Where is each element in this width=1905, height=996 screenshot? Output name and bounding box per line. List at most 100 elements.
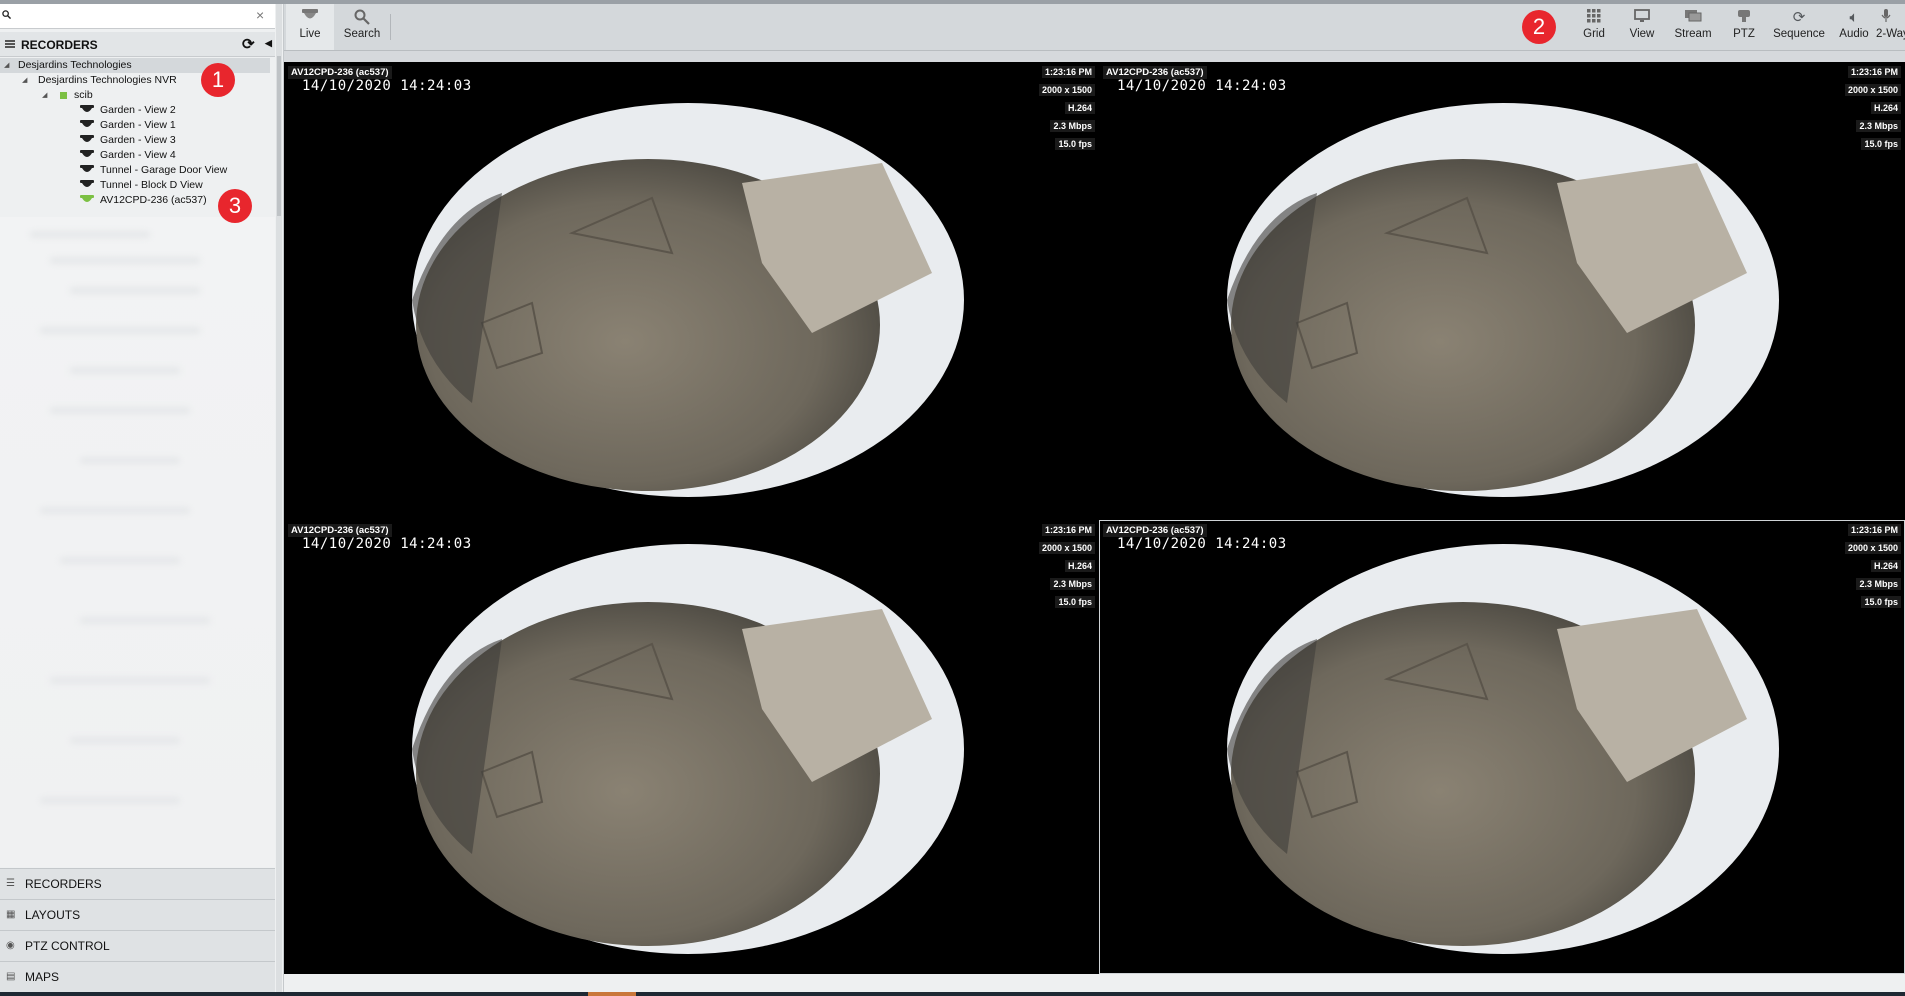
section-maps[interactable]: ▤ MAPS <box>0 961 275 992</box>
two-way-label: 2-Way <box>1876 28 1905 40</box>
menu-icon: ☰ <box>6 878 15 889</box>
camera-label: Garden - View 1 <box>100 119 176 131</box>
taskbar <box>0 992 1905 996</box>
video-tile[interactable]: AV12CPD-236 (ac537) 14/10/2020 14:24:03 … <box>284 62 1099 520</box>
resolution-overlay: 2000 x 1500 <box>1038 84 1095 96</box>
camera-label: Tunnel - Block D View <box>100 179 203 191</box>
grid-label: Grid <box>1583 28 1605 40</box>
fps-overlay: 15.0 fps <box>1861 596 1901 608</box>
dome-camera-icon <box>80 195 94 203</box>
bitrate-overlay: 2.3 Mbps <box>1856 120 1901 132</box>
recorders-title: RECORDERS <box>21 38 98 52</box>
codec-overlay: H.264 <box>1870 560 1901 572</box>
grid-button[interactable]: Grid <box>1571 4 1617 50</box>
section-label: PTZ CONTROL <box>25 939 110 953</box>
dome-camera-icon <box>80 165 94 173</box>
dome-camera-icon <box>80 135 94 143</box>
video-tile[interactable]: AV12CPD-236 (ac537) 14/10/2020 14:24:03 … <box>284 520 1099 974</box>
video-tile-selected[interactable]: AV12CPD-236 (ac537) 14/10/2020 14:24:03 … <box>1099 520 1905 974</box>
tree-item-camera[interactable]: Tunnel - Garage Door View <box>0 163 270 178</box>
grid-icon: ▦ <box>6 909 16 920</box>
toolbar-separator <box>390 14 391 40</box>
camera-label: AV12CPD-236 (ac537) <box>100 194 207 206</box>
expand-arrow-icon[interactable]: ◢ <box>42 88 47 103</box>
section-label: MAPS <box>25 970 60 984</box>
resolution-overlay: 2000 x 1500 <box>1038 542 1095 554</box>
codec-overlay: H.264 <box>1064 102 1095 114</box>
ptz-icon <box>1721 9 1767 27</box>
time-overlay: 1:23:16 PM <box>1847 524 1901 536</box>
camera-label: Garden - View 3 <box>100 134 176 146</box>
fps-overlay: 15.0 fps <box>1055 138 1095 150</box>
menu-icon <box>5 38 15 52</box>
camera-label: Garden - View 4 <box>100 149 176 161</box>
left-panel-scrollbar[interactable] <box>276 4 282 992</box>
live-icon <box>286 9 334 27</box>
recorders-panel-header: RECORDERS ⟳ ◀ <box>0 32 275 57</box>
section-label: LAYOUTS <box>25 908 81 922</box>
fps-overlay: 15.0 fps <box>1861 138 1901 150</box>
tree-item-camera[interactable]: Garden - View 1 <box>0 118 270 133</box>
microphone-icon <box>1876 9 1896 27</box>
search-label: Search <box>343 28 381 40</box>
video-grid: AV12CPD-236 (ac537) 14/10/2020 14:24:03 … <box>284 62 1905 974</box>
live-label: Live <box>299 28 321 40</box>
speaker-icon: 🔈︎ <box>1849 9 1859 26</box>
search-input[interactable] <box>14 6 254 26</box>
fisheye-video-frame <box>1227 103 1779 497</box>
stream-button[interactable]: Stream <box>1667 4 1719 50</box>
bitrate-overlay: 2.3 Mbps <box>1050 120 1095 132</box>
timestamp-overlay: 14/10/2020 14:24:03 <box>302 78 472 94</box>
two-way-button[interactable]: 2-Way <box>1876 4 1905 50</box>
view-label: View <box>1629 28 1655 40</box>
dome-camera-icon <box>80 105 94 113</box>
tree-item-camera[interactable]: Garden - View 3 <box>0 133 270 148</box>
map-icon: ▤ <box>6 971 16 982</box>
sequence-button[interactable]: ⟳ Sequence <box>1769 4 1829 50</box>
dome-camera-icon <box>80 150 94 158</box>
tree-item-label: Desjardins Technologies <box>18 59 132 71</box>
section-ptz-control[interactable]: ◉ PTZ CONTROL <box>0 930 275 961</box>
search-button[interactable]: Search <box>336 4 388 50</box>
dome-camera-icon <box>80 180 94 188</box>
view-button[interactable]: View <box>1619 4 1665 50</box>
monitor-icon <box>1619 9 1665 27</box>
sequence-icon: ⟳ <box>1792 9 1806 26</box>
live-button[interactable]: Live <box>286 4 334 50</box>
clear-search-button[interactable]: × <box>256 7 264 23</box>
audio-button[interactable]: 🔈︎ Audio <box>1831 4 1877 50</box>
time-overlay: 1:23:16 PM <box>1847 66 1901 78</box>
grid-icon <box>1571 9 1617 27</box>
search-icon <box>2 10 11 19</box>
expand-arrow-icon[interactable]: ◢ <box>22 73 27 88</box>
camera-label: Tunnel - Garage Door View <box>100 164 228 176</box>
annotation-badge-3: 3 <box>218 189 252 223</box>
refresh-icon[interactable]: ⟳ <box>242 35 255 53</box>
expand-arrow-icon[interactable]: ◢ <box>4 58 9 73</box>
timestamp-overlay: 14/10/2020 14:24:03 <box>1117 536 1287 552</box>
fps-overlay: 15.0 fps <box>1055 596 1095 608</box>
video-tile[interactable]: AV12CPD-236 (ac537) 14/10/2020 14:24:03 … <box>1099 62 1905 520</box>
resolution-overlay: 2000 x 1500 <box>1844 84 1901 96</box>
fisheye-video-frame <box>412 103 964 497</box>
collapse-panel-icon[interactable]: ◀ <box>265 38 272 49</box>
section-recorders[interactable]: ☰ RECORDERS <box>0 868 275 899</box>
tree-item-camera[interactable]: Garden - View 2 <box>0 103 270 118</box>
main-toolbar: Live Search Grid View Stream PTZ ⟳ Seque… <box>284 4 1905 51</box>
dome-camera-icon <box>80 120 94 128</box>
stream-label: Stream <box>1674 28 1712 40</box>
ptz-button[interactable]: PTZ <box>1721 4 1767 50</box>
audio-label: Audio <box>1839 28 1869 40</box>
camera-label: Garden - View 2 <box>100 104 176 116</box>
bitrate-overlay: 2.3 Mbps <box>1050 578 1095 590</box>
time-overlay: 1:23:16 PM <box>1041 66 1095 78</box>
fisheye-video-frame <box>1227 544 1779 954</box>
annotation-badge-1: 1 <box>201 63 235 97</box>
search-box[interactable]: × <box>0 4 275 29</box>
tree-item-camera[interactable]: Garden - View 4 <box>0 148 270 163</box>
section-label: RECORDERS <box>25 877 102 891</box>
search-icon <box>336 9 388 27</box>
timestamp-overlay: 14/10/2020 14:24:03 <box>1117 78 1287 94</box>
timestamp-overlay: 14/10/2020 14:24:03 <box>302 536 472 552</box>
section-layouts[interactable]: ▦ LAYOUTS <box>0 899 275 930</box>
